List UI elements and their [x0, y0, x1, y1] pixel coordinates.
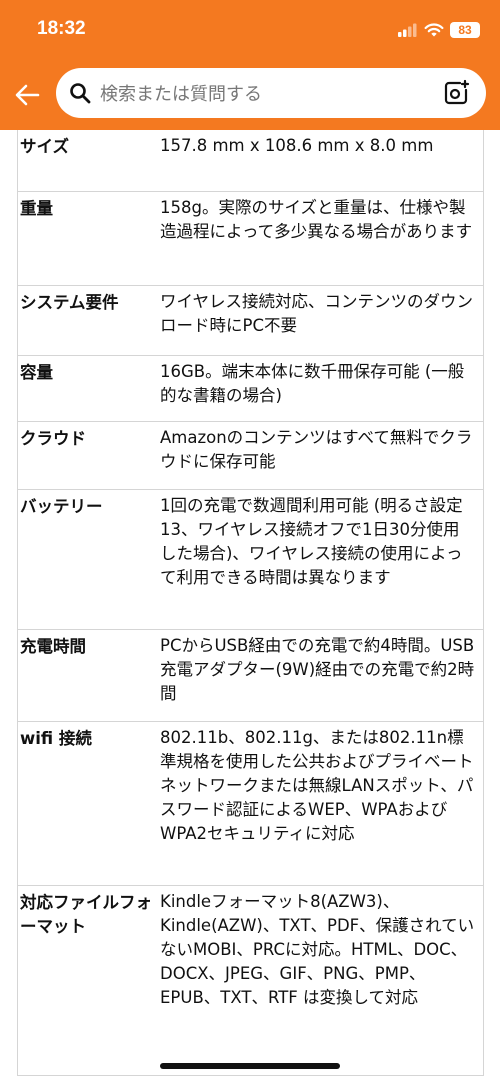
spec-key: wifi 接続: [20, 729, 92, 748]
spec-value: 1回の充電で数週間利用可能 (明るさ設定13、ワイヤレス接続オフで1日30分使用…: [160, 496, 463, 587]
spec-key: バッテリー: [20, 497, 103, 516]
spec-row-cloud: クラウド Amazonのコンテンツはすべて無料でクラウドに保存可能: [18, 422, 483, 490]
spec-row-size: サイズ 157.8 mm x 108.6 mm x 8.0 mm: [18, 130, 483, 192]
search-icon: [70, 83, 91, 104]
home-indicator[interactable]: [160, 1063, 340, 1069]
spec-key: 対応ファイルフォーマット: [20, 893, 152, 936]
top-bar: 18:32 83: [0, 0, 500, 130]
spec-row-capacity: 容量 16GB。端末本体に数千冊保存可能 (一般的な書籍の場合): [18, 356, 483, 422]
wifi-icon: [424, 23, 444, 37]
spec-value: 16GB。端末本体に数千冊保存可能 (一般的な書籍の場合): [160, 362, 465, 405]
spec-key: システム要件: [20, 293, 119, 312]
status-icons: 83: [398, 20, 480, 40]
spec-value: ワイヤレス接続対応、コンテンツのダウンロード時にPC不要: [160, 292, 474, 335]
battery-level: 83: [458, 23, 472, 37]
back-arrow-icon[interactable]: [12, 80, 42, 110]
spec-value: Kindleフォーマット8(AZW3)、Kindle(AZW)、TXT、PDF、…: [160, 892, 475, 1007]
spec-value: 158g。実際のサイズと重量は、仕様や製造過程によって多少異なる場合があります: [160, 198, 473, 241]
spec-key: サイズ: [20, 137, 70, 156]
signal-icon: [398, 23, 417, 37]
spec-table: サイズ 157.8 mm x 108.6 mm x 8.0 mm 重量 158g…: [17, 130, 484, 1076]
search-bar[interactable]: [56, 68, 486, 118]
spec-row-weight: 重量 158g。実際のサイズと重量は、仕様や製造過程によって多少異なる場合があり…: [18, 192, 483, 286]
spec-value: Amazonのコンテンツはすべて無料でクラウドに保存可能: [160, 428, 473, 471]
spec-row-file-formats: 対応ファイルフォーマット Kindleフォーマット8(AZW3)、Kindle(…: [18, 886, 483, 1076]
spec-row-system: システム要件 ワイヤレス接続対応、コンテンツのダウンロード時にPC不要: [18, 286, 483, 356]
spec-key: クラウド: [20, 429, 86, 448]
spec-value: PCからUSB経由での充電で約4時間。USB充電アダプター(9W)経由での充電で…: [160, 636, 475, 703]
status-time: 18:32: [37, 18, 86, 39]
spec-value: 802.11b、802.11g、または802.11n標準規格を使用した公共および…: [160, 728, 474, 843]
spec-key: 重量: [20, 199, 53, 218]
camera-icon[interactable]: [442, 79, 470, 107]
spec-row-wifi: wifi 接続 802.11b、802.11g、または802.11n標準規格を使…: [18, 722, 483, 886]
spec-row-charge-time: 充電時間 PCからUSB経由での充電で約4時間。USB充電アダプター(9W)経由…: [18, 630, 483, 722]
battery-icon: 83: [450, 22, 480, 38]
search-input[interactable]: [98, 78, 432, 110]
spec-row-battery: バッテリー 1回の充電で数週間利用可能 (明るさ設定13、ワイヤレス接続オフで1…: [18, 490, 483, 630]
spec-value: 157.8 mm x 108.6 mm x 8.0 mm: [160, 136, 434, 155]
spec-key: 容量: [20, 363, 53, 382]
spec-key: 充電時間: [20, 637, 86, 656]
